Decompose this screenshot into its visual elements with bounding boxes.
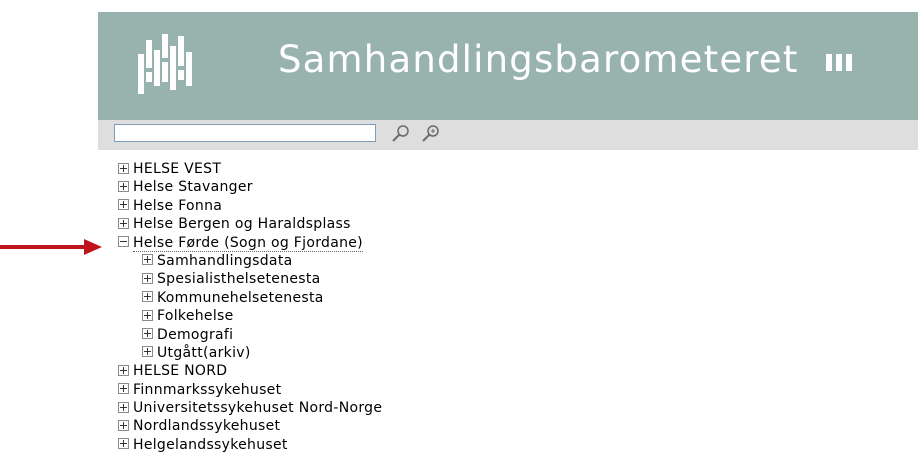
tree-item-label[interactable]: Helse Stavanger: [133, 179, 253, 195]
tree-item[interactable]: HELSE NORD: [118, 362, 382, 380]
expand-icon[interactable]: [142, 309, 153, 321]
tree-item-label[interactable]: Folkehelse: [157, 308, 234, 324]
tree-item[interactable]: Universitetssykehuset Nord-Norge: [118, 399, 382, 417]
arrow-right-icon: [0, 239, 102, 255]
tree-item-label[interactable]: Samhandlingsdata: [157, 253, 292, 269]
tree-item-label[interactable]: Utgått(arkiv): [157, 345, 251, 361]
collapse-icon[interactable]: [118, 236, 129, 248]
tree-item-label[interactable]: Spesialisthelsetenesta: [157, 271, 321, 287]
tree-child-item[interactable]: Utgått(arkiv): [142, 344, 382, 362]
app-title: Samhandlingsbarometeret: [278, 38, 856, 83]
expand-icon[interactable]: [118, 419, 129, 431]
tree-item-label[interactable]: Nordlandssykehuset: [133, 418, 280, 434]
expand-icon[interactable]: [118, 383, 129, 395]
tree-item-label[interactable]: Kommunehelsetenesta: [157, 290, 324, 306]
expand-icon[interactable]: [142, 328, 153, 340]
tree-item-label[interactable]: HELSE NORD: [133, 363, 227, 379]
expand-icon[interactable]: [142, 291, 153, 303]
tree-child-item[interactable]: Kommunehelsetenesta: [142, 289, 382, 307]
tree-item[interactable]: Helse Bergen og Haraldsplass: [118, 215, 382, 233]
tree-item-label[interactable]: Finnmarkssykehuset: [133, 382, 281, 398]
app-title-text: Samhandlingsbarometeret: [278, 38, 799, 81]
tree-item[interactable]: Helse Fonna: [118, 197, 382, 215]
tree-item-label[interactable]: Helse Bergen og Haraldsplass: [133, 216, 351, 232]
tree-item[interactable]: Helse Stavanger: [118, 178, 382, 196]
tree-item[interactable]: Nordlandssykehuset: [118, 417, 382, 435]
tree-item[interactable]: HELSE VEST: [118, 160, 382, 178]
expand-icon[interactable]: [142, 254, 153, 266]
expand-icon[interactable]: [118, 162, 129, 174]
expand-icon[interactable]: [118, 401, 129, 413]
expand-icon[interactable]: [142, 272, 153, 284]
tree-item-label[interactable]: Demografi: [157, 327, 233, 343]
expand-icon[interactable]: [118, 364, 129, 376]
expand-icon[interactable]: [118, 180, 129, 192]
tree-child-item[interactable]: Samhandlingsdata: [142, 252, 382, 270]
tree-item-label[interactable]: Helse Førde (Sogn og Fjordane): [133, 234, 363, 252]
expand-icon[interactable]: [118, 217, 129, 229]
navigation-tree: HELSE VEST Helse Stavanger Helse Fonna Hels…: [118, 160, 382, 454]
logo-icon: [138, 34, 192, 94]
tree-item[interactable]: Helse Førde (Sogn og Fjordane): [118, 234, 382, 252]
bars-icon: [825, 37, 856, 80]
header-banner: Samhandlingsbarometeret: [98, 12, 918, 120]
tree-child-item[interactable]: Demografi: [142, 326, 382, 344]
tree-child-item[interactable]: Spesialisthelsetenesta: [142, 270, 382, 288]
tree-item[interactable]: Finnmarkssykehuset: [118, 381, 382, 399]
tree-item-label[interactable]: Helse Fonna: [133, 198, 222, 214]
search-icon[interactable]: [390, 123, 412, 145]
expand-icon[interactable]: [142, 346, 153, 358]
zoom-in-icon[interactable]: [420, 123, 442, 145]
tree-item-label[interactable]: HELSE VEST: [133, 161, 221, 177]
tree-item-label[interactable]: Helgelandssykehuset: [133, 437, 288, 453]
tree-item[interactable]: Helgelandssykehuset: [118, 436, 382, 454]
expand-icon[interactable]: [118, 438, 129, 450]
tree-child-item[interactable]: Folkehelse: [142, 307, 382, 325]
tree-item-label[interactable]: Universitetssykehuset Nord-Norge: [133, 400, 382, 416]
search-toolbar: [98, 120, 918, 150]
search-input[interactable]: [114, 124, 376, 142]
expand-icon[interactable]: [118, 199, 129, 211]
